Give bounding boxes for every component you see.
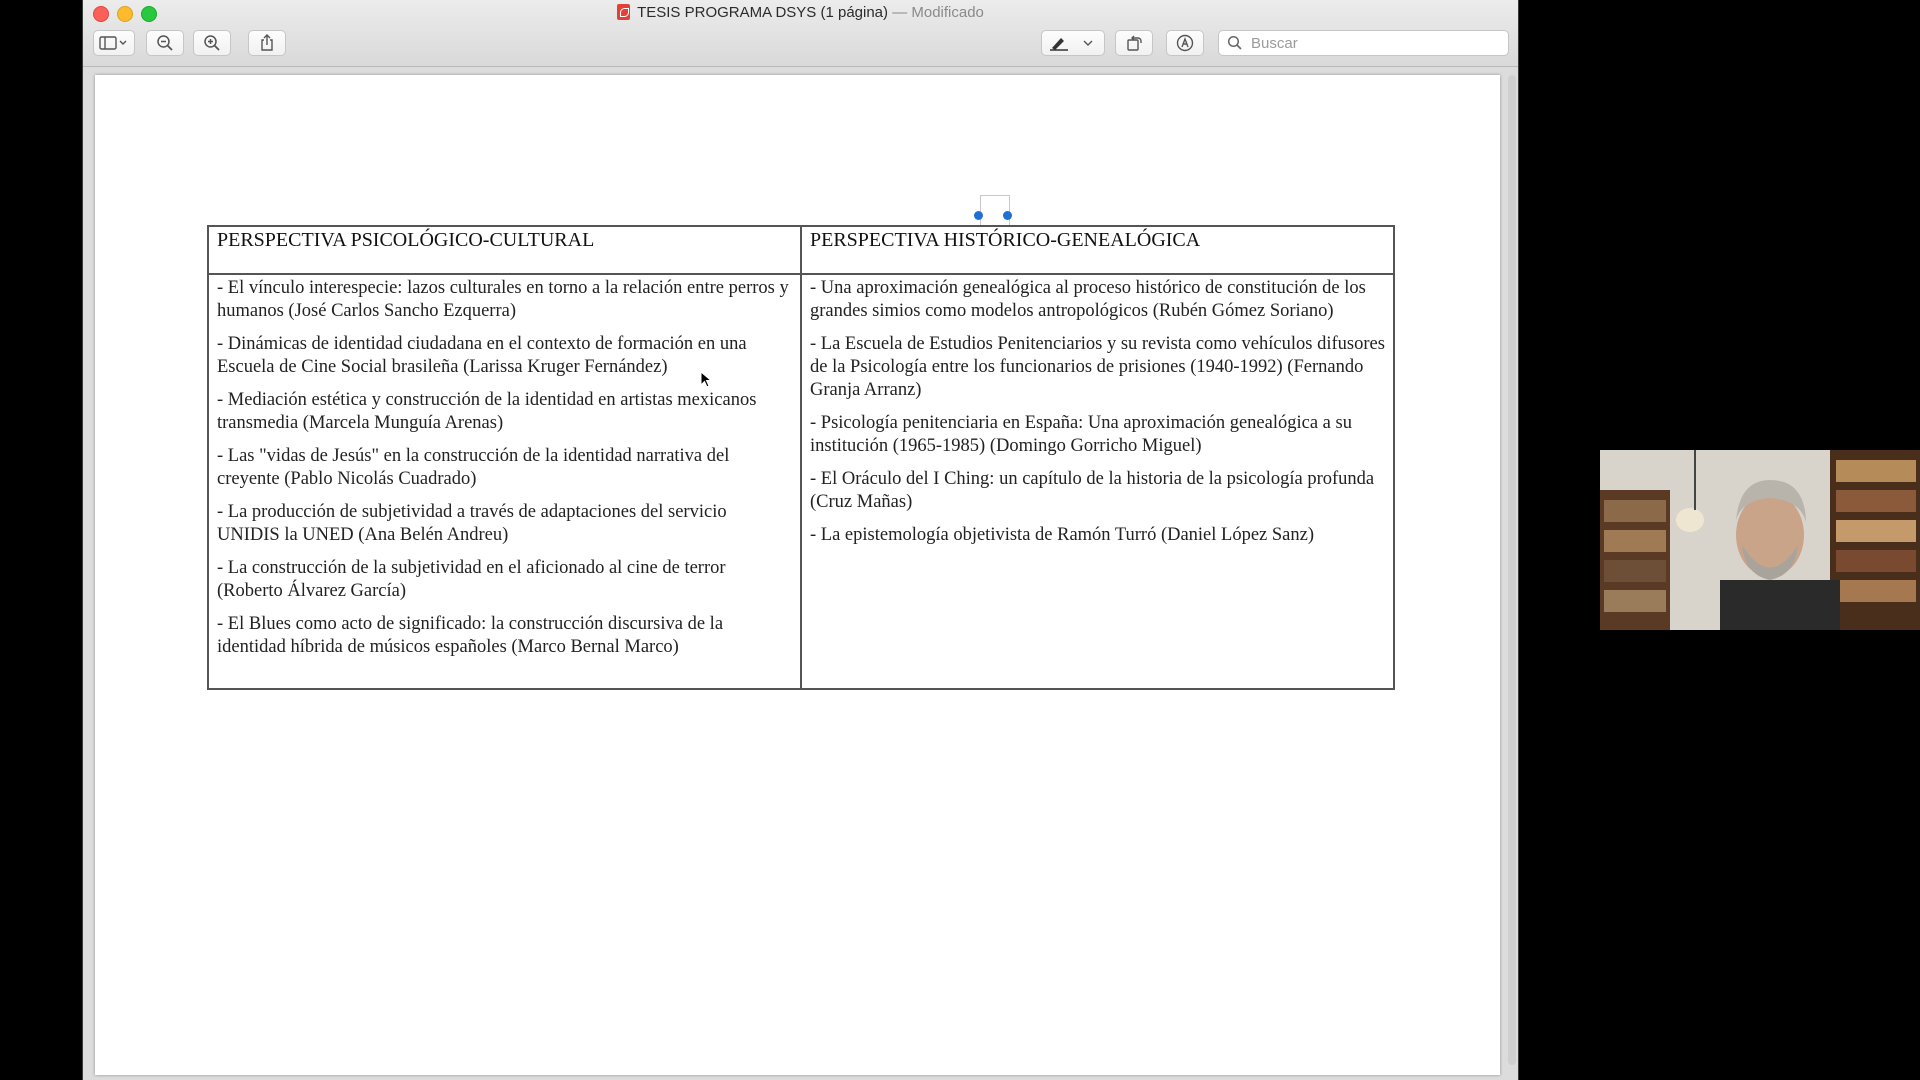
pdf-page[interactable]: PERSPECTIVA PSICOLÓGICO-CULTURAL - El ví… [95,75,1500,1075]
sidebar-toggle-button[interactable] [93,30,135,56]
vertical-scrollbar[interactable] [1508,75,1516,1065]
annotate-button[interactable] [1166,30,1204,56]
list-item: - El vínculo interespecie: lazos cultura… [217,278,789,321]
document-name: TESIS PROGRAMA DSYS (1 página) [637,4,889,21]
titlebar: TESIS PROGRAMA DSYS (1 página) — Modific… [83,0,1518,67]
modified-status: — Modificado [892,4,984,21]
right-column: PERSPECTIVA HISTÓRICO-GENEALÓGICA - Una … [802,227,1393,688]
search-field[interactable] [1218,30,1509,56]
list-item: - La construcción de la subjetividad en … [217,558,726,601]
markup-pen-button[interactable] [1041,30,1105,56]
list-item: - La Escuela de Estudios Penitenciarios … [810,334,1385,400]
list-item: - Una aproximación genealógica al proces… [810,278,1366,321]
markup-pen-icon [1050,38,1093,51]
webcam-person-image [1600,450,1920,630]
zoom-out-icon [157,35,173,51]
pdf-document-icon [617,4,631,20]
right-column-items: - Una aproximación genealógica al proces… [802,275,1393,559]
thesis-table: PERSPECTIVA PSICOLÓGICO-CULTURAL - El ví… [207,225,1395,690]
selection-handle-right[interactable] [1003,211,1012,220]
share-button[interactable] [248,30,286,56]
left-column: PERSPECTIVA PSICOLÓGICO-CULTURAL - El ví… [209,227,802,688]
list-item: - Mediación estética y construcción de l… [217,390,757,433]
document-viewer[interactable]: PERSPECTIVA PSICOLÓGICO-CULTURAL - El ví… [83,67,1518,1080]
zoom-out-button[interactable] [146,30,184,56]
preview-window: TESIS PROGRAMA DSYS (1 página) — Modific… [82,0,1519,1080]
list-item: - Las "vidas de Jesús" en la construcció… [217,446,730,489]
rotate-button[interactable] [1115,30,1153,56]
search-input[interactable] [1249,33,1493,53]
list-item: - Psicología penitenciaria en España: Un… [810,413,1352,456]
selection-handle-left[interactable] [974,211,983,220]
share-icon [261,34,273,51]
list-item: - La epistemología objetivista de Ramón … [810,525,1315,545]
left-column-items: - El vínculo interespecie: lazos cultura… [209,275,800,671]
left-column-header: PERSPECTIVA PSICOLÓGICO-CULTURAL [209,227,800,275]
zoom-in-icon [204,35,220,51]
rotate-icon [1127,35,1142,51]
webcam-video [1600,450,1920,630]
search-icon [1227,35,1242,50]
mouse-pointer-icon [700,371,713,388]
list-item: - La producción de subjetividad a través… [217,502,727,545]
sidebar-icon [99,36,127,50]
list-item: - El Blues como acto de significado: la … [217,614,724,657]
annotate-icon [1176,34,1194,52]
zoom-in-button[interactable] [193,30,231,56]
list-item: - El Oráculo del I Ching: un capítulo de… [810,469,1375,512]
right-column-header: PERSPECTIVA HISTÓRICO-GENEALÓGICA [802,227,1393,275]
window-title: TESIS PROGRAMA DSYS (1 página) — Modific… [83,4,1518,21]
